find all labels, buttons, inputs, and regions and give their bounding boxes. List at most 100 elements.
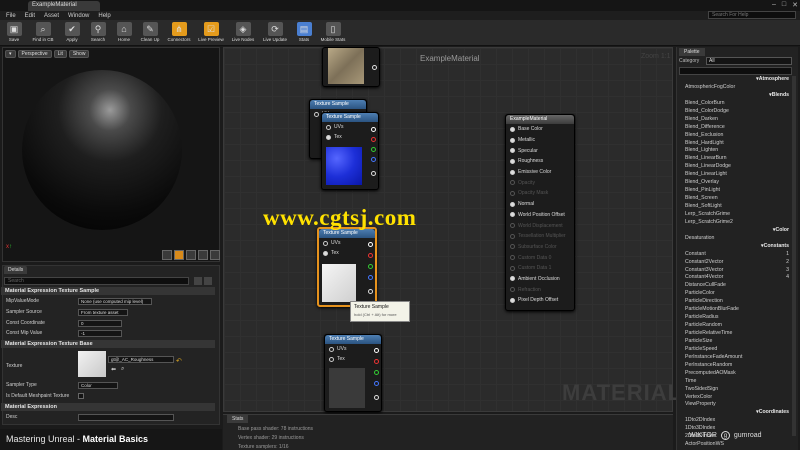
find-asset-icon[interactable]: ⌕: [121, 366, 124, 373]
material-input[interactable]: Roughness: [506, 156, 574, 167]
palette-item[interactable]: PerInstanceRandom: [679, 362, 795, 370]
material-input[interactable]: Base Color: [506, 124, 574, 135]
perspective-button[interactable]: Perspective: [17, 50, 52, 58]
palette-item[interactable]: Constant 1: [679, 251, 795, 259]
palette-item[interactable]: ParticleRadius: [679, 314, 795, 322]
palette-item[interactable]: ViewProperty: [679, 401, 795, 409]
cube-preview-icon[interactable]: [198, 250, 208, 260]
input-pin-circle[interactable]: [510, 255, 515, 261]
mip-value-mode-dropdown[interactable]: None (use computed mip level): [78, 298, 152, 305]
sampler-type-dropdown[interactable]: Color: [78, 382, 118, 389]
toolbar-button-mobile-stats[interactable]: ▯ Mobile Stats: [318, 22, 348, 44]
palette-item[interactable]: Blend_LinearDodge: [679, 163, 795, 171]
input-pin-circle[interactable]: [510, 212, 515, 218]
show-button[interactable]: Show: [68, 50, 90, 58]
material-input[interactable]: Ambient Occlusion: [506, 274, 574, 285]
material-input[interactable]: Normal: [506, 199, 574, 210]
viewport-menu-button[interactable]: ▾: [5, 50, 16, 58]
close-icon[interactable]: ✕: [792, 1, 798, 9]
material-input[interactable]: World Displacement: [506, 220, 574, 231]
input-pin-circle[interactable]: [510, 297, 515, 303]
material-input[interactable]: Metallic: [506, 135, 574, 146]
palette-item[interactable]: ParticleColor: [679, 290, 795, 298]
toolbar-button-search[interactable]: ⚲ Search: [86, 22, 110, 44]
palette-item[interactable]: VertexColor: [679, 394, 795, 402]
input-pin-circle[interactable]: [510, 287, 515, 293]
pin-uvs[interactable]: UVs: [325, 344, 381, 354]
material-input[interactable]: Custom Data 0: [506, 252, 574, 263]
material-input[interactable]: Subsurface Color: [506, 242, 574, 253]
cylinder-preview-icon[interactable]: [162, 250, 172, 260]
output-a-pin[interactable]: [371, 171, 376, 176]
palette-item[interactable]: PrecomputedAOMask: [679, 370, 795, 378]
palette-category[interactable]: ▾Blends: [679, 92, 795, 100]
lit-button[interactable]: Lit: [53, 50, 67, 58]
palette-item[interactable]: Blend_LinearLight: [679, 171, 795, 179]
texture-asset-dropdown[interactable]: gt@_AC_Roughness: [108, 356, 174, 363]
input-pin-circle[interactable]: [510, 169, 515, 175]
input-pin-circle[interactable]: [510, 190, 515, 196]
toolbar-button-stats[interactable]: ▤ Stats: [292, 22, 316, 44]
pin-tex-circle[interactable]: [329, 356, 334, 362]
maximize-icon[interactable]: □: [782, 1, 786, 9]
output-g-pin[interactable]: [368, 264, 373, 269]
toolbar-button-apply[interactable]: ✔ Apply: [60, 22, 84, 44]
pin-tex-circle[interactable]: [326, 134, 331, 140]
palette-item[interactable]: Blend_SoftLight: [679, 203, 795, 211]
palette-item[interactable]: Constant2Vector 2: [679, 259, 795, 267]
palette-scrollbar[interactable]: [792, 76, 796, 436]
menu-help[interactable]: Help: [98, 13, 110, 19]
output-b-pin[interactable]: [368, 275, 373, 280]
input-pin-circle[interactable]: [510, 158, 515, 164]
pin-uvs-circle[interactable]: [323, 240, 328, 246]
output-r-pin[interactable]: [374, 359, 379, 364]
browse-arrow-icon[interactable]: ⬅: [111, 366, 116, 373]
palette-item[interactable]: Blend_Screen: [679, 195, 795, 203]
sampler-source-dropdown[interactable]: From texture asset: [78, 309, 128, 316]
output-r-pin[interactable]: [371, 137, 376, 142]
palette-item[interactable]: 1Dto2DIndex: [679, 417, 795, 425]
texture-node-roughness[interactable]: Texture Sample UVs Tex: [317, 227, 377, 307]
return-arrow-icon[interactable]: ↶: [176, 357, 182, 365]
material-input[interactable]: Pixel Depth Offset: [506, 295, 574, 306]
palette-item[interactable]: Constant4Vector 4: [679, 274, 795, 282]
input-pin-circle[interactable]: [510, 180, 515, 186]
toolbar-button-connectors[interactable]: ⋔ Connectors: [164, 22, 194, 44]
input-pin-circle[interactable]: [510, 276, 515, 282]
search-help-input[interactable]: Search For Help: [708, 11, 796, 19]
menu-edit[interactable]: Edit: [25, 13, 35, 19]
palette-item[interactable]: ParticleRandom: [679, 322, 795, 330]
toolbar-button-live-preview[interactable]: ☑ Live Preview: [196, 22, 226, 44]
palette-item[interactable]: ParticleSpeed: [679, 346, 795, 354]
output-b-pin[interactable]: [374, 381, 379, 386]
material-input[interactable]: Refraction: [506, 284, 574, 295]
desc-field[interactable]: [78, 414, 174, 421]
output-rgb-pin[interactable]: [374, 348, 379, 353]
material-input[interactable]: World Position Offset: [506, 210, 574, 221]
palette-item[interactable]: Desaturation: [679, 235, 795, 243]
section-material-expression[interactable]: Material Expression: [1, 403, 215, 411]
section-texture-sample[interactable]: Material Expression Texture Sample: [1, 287, 215, 295]
toolbar-button-save[interactable]: ▣ Save: [2, 22, 26, 44]
toolbar-button-home[interactable]: ⌂ Home: [112, 22, 136, 44]
output-rgb-pin[interactable]: [368, 242, 373, 247]
palette-category[interactable]: ▾Atmosphere: [679, 76, 795, 84]
toolbar-button-find-in-cb[interactable]: ⌕ Find in CB: [28, 22, 58, 44]
output-a-pin[interactable]: [374, 395, 379, 400]
menu-file[interactable]: File: [6, 13, 16, 19]
palette-item[interactable]: AtmosphericFogColor: [679, 84, 795, 92]
material-result-node[interactable]: ExampleMaterial Base Color Metallic Specul…: [505, 114, 575, 311]
sphere-preview-icon[interactable]: [174, 250, 184, 260]
output-g-pin[interactable]: [374, 370, 379, 375]
output-r-pin[interactable]: [368, 253, 373, 258]
details-search-input[interactable]: Search: [4, 277, 189, 285]
palette-item[interactable]: Constant3Vector 3: [679, 267, 795, 275]
palette-search-input[interactable]: [679, 67, 792, 75]
palette-item[interactable]: ParticleRelativeTime: [679, 330, 795, 338]
texture-node-empty[interactable]: Texture Sample UVs Tex: [324, 334, 382, 412]
palette-item[interactable]: Blend_LinearBurn: [679, 155, 795, 163]
input-pin-circle[interactable]: [510, 148, 515, 154]
palette-item[interactable]: Blend_HardLight: [679, 140, 795, 148]
input-pin-circle[interactable]: [510, 137, 515, 143]
palette-item[interactable]: Lerp_ScratchGrime2: [679, 219, 795, 227]
